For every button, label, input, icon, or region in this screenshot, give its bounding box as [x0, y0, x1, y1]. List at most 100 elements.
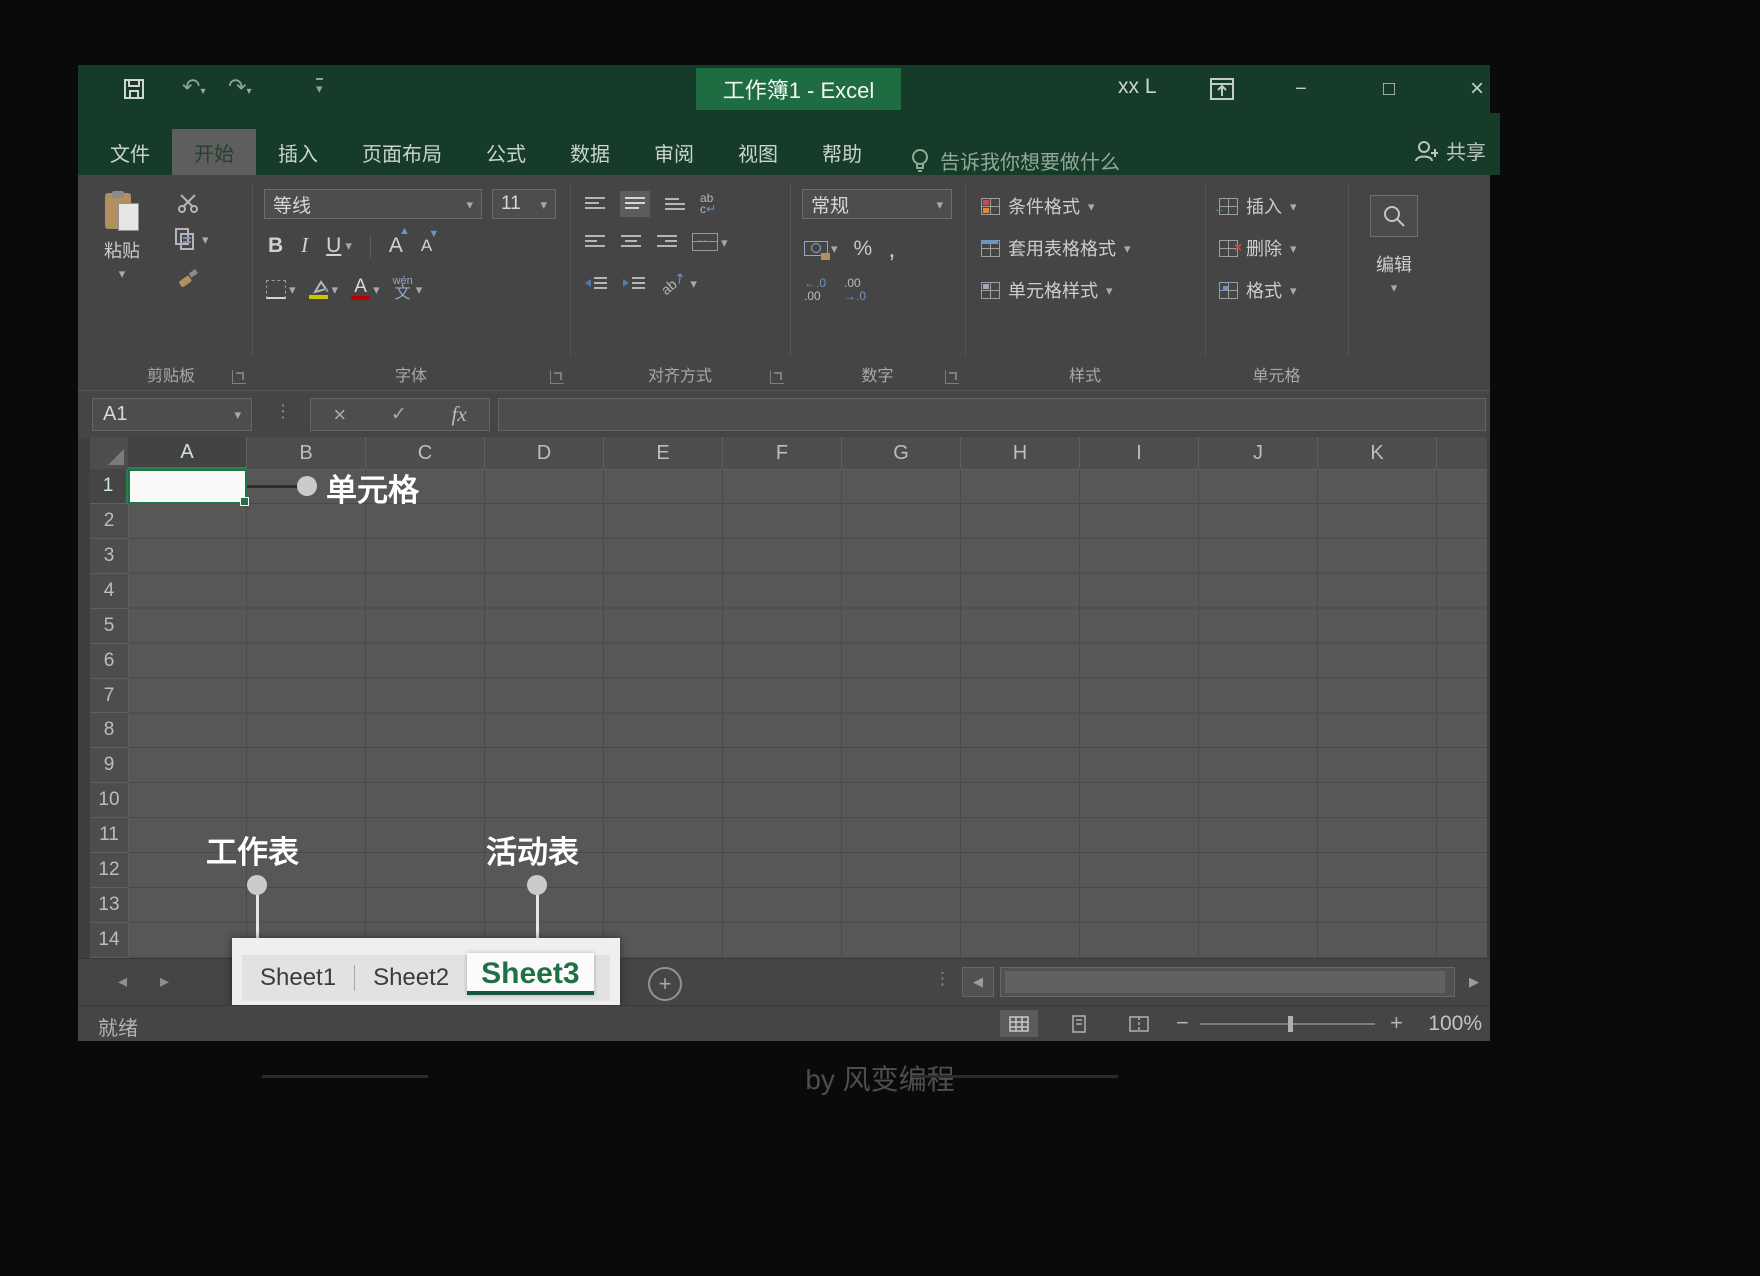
row-header[interactable]: 8	[90, 713, 128, 748]
decrease-decimal-button[interactable]: .00→.0	[844, 277, 866, 303]
bold-button[interactable]: B	[268, 234, 283, 258]
page-break-view-button[interactable]	[1120, 1010, 1158, 1037]
font-name-select[interactable]: 等线▾	[264, 189, 482, 219]
font-size-select[interactable]: 11▾	[492, 189, 556, 219]
row-header[interactable]: 11	[90, 818, 128, 853]
decrease-indent-icon[interactable]	[584, 276, 608, 292]
row-header[interactable]: 13	[90, 888, 128, 923]
row-header[interactable]: 5	[90, 609, 128, 644]
maximize-button[interactable]: □	[1366, 68, 1412, 110]
horizontal-scrollbar[interactable]	[1000, 967, 1455, 997]
column-header[interactable]: H	[961, 437, 1080, 469]
align-center-icon[interactable]	[620, 234, 642, 250]
save-icon[interactable]	[123, 78, 145, 100]
delete-cells-button[interactable]: × 删除▾	[1219, 235, 1297, 261]
row-header[interactable]: 14	[90, 923, 128, 958]
increase-decimal-button[interactable]: ←.0.00	[804, 277, 826, 303]
formula-input[interactable]	[498, 398, 1486, 431]
column-header[interactable]: K	[1318, 437, 1437, 469]
zoom-in-button[interactable]: +	[1390, 1010, 1403, 1036]
column-header[interactable]: A	[128, 437, 247, 469]
insert-cells-button[interactable]: ← 插入▾	[1219, 193, 1297, 219]
column-header[interactable]: E	[604, 437, 723, 469]
row-header[interactable]: 3	[90, 539, 128, 574]
ribbon-tab[interactable]: 视图	[716, 129, 800, 175]
wrap-text-button[interactable]: abc↵	[700, 193, 716, 215]
font-dialog-launcher[interactable]	[550, 370, 564, 384]
align-top-icon[interactable]	[584, 196, 606, 212]
ribbon-display-options-icon[interactable]	[1210, 78, 1234, 100]
strip-resize-handle[interactable]: ⋮	[934, 969, 951, 989]
close-button[interactable]: ×	[1454, 68, 1500, 110]
italic-button[interactable]: I	[301, 233, 308, 258]
column-header[interactable]: J	[1199, 437, 1318, 469]
qat-customize-icon[interactable]: ▾	[316, 78, 323, 98]
zoom-out-button[interactable]: −	[1176, 1010, 1189, 1036]
conditional-formatting-button[interactable]: 条件格式▾	[981, 193, 1095, 219]
row-header[interactable]: 4	[90, 574, 128, 609]
row-header[interactable]: 7	[90, 679, 128, 714]
minimize-button[interactable]: −	[1278, 68, 1324, 110]
percent-style-button[interactable]: %	[854, 237, 873, 261]
sheet-tab[interactable]: Sheet3	[467, 953, 593, 995]
column-header[interactable]: I	[1080, 437, 1199, 469]
underline-button[interactable]: U▾	[326, 234, 352, 258]
grow-font-button[interactable]: A▲	[389, 234, 403, 258]
undo-icon[interactable]: ↶▾	[182, 74, 205, 100]
horizontal-scrollbar-thumb[interactable]	[1005, 971, 1445, 993]
sheet-nav-right-icon[interactable]: ▸	[160, 971, 169, 992]
fill-color-button[interactable]: ▾	[309, 280, 339, 299]
cancel-icon[interactable]: ×	[333, 402, 346, 428]
ribbon-tab[interactable]: 帮助	[800, 129, 884, 175]
page-layout-view-button[interactable]	[1060, 1010, 1098, 1037]
account-name[interactable]: xx L	[1118, 75, 1157, 99]
selected-cell-a1[interactable]	[128, 469, 247, 504]
merge-center-button[interactable]: ↔ ▾	[692, 233, 728, 251]
align-bottom-icon[interactable]	[664, 196, 686, 212]
align-middle-button[interactable]	[620, 191, 650, 217]
borders-button[interactable]: ▾	[266, 280, 296, 299]
new-sheet-button[interactable]: +	[648, 967, 682, 1001]
sheet-tab[interactable]: Sheet1	[242, 955, 354, 1001]
ribbon-tab[interactable]: 页面布局	[340, 129, 464, 175]
zoom-percentage[interactable]: 100%	[1428, 1012, 1482, 1036]
align-right-icon[interactable]	[656, 234, 678, 250]
column-header[interactable]: F	[723, 437, 842, 469]
number-format-select[interactable]: 常规▾	[802, 189, 952, 219]
cells-area[interactable]	[128, 469, 1487, 958]
row-header[interactable]: 1	[90, 469, 128, 504]
ribbon-tab[interactable]: 开始	[172, 129, 256, 175]
tell-me[interactable]: 告诉我你想要做什么	[910, 146, 1120, 175]
sheet-tab[interactable]: Sheet2	[355, 955, 467, 1001]
row-header[interactable]: 9	[90, 748, 128, 783]
paste-button[interactable]: 粘贴 ▾	[104, 191, 140, 280]
cut-button[interactable]	[176, 193, 200, 213]
hscroll-left-button[interactable]: ◀	[962, 967, 994, 997]
ribbon-tab[interactable]: 审阅	[632, 129, 716, 175]
align-left-icon[interactable]	[584, 234, 606, 250]
column-header[interactable]: G	[842, 437, 961, 469]
cell-styles-button[interactable]: 单元格样式▾	[981, 277, 1113, 303]
format-as-table-button[interactable]: 套用表格格式▾	[981, 235, 1131, 261]
font-color-button[interactable]: A ▾	[351, 278, 380, 300]
comma-style-button[interactable]: ,	[888, 233, 895, 264]
sheet-nav-left-icon[interactable]: ◂	[118, 971, 127, 992]
shrink-font-button[interactable]: A▼	[421, 236, 432, 256]
normal-view-button[interactable]	[1000, 1010, 1038, 1037]
ribbon-tab[interactable]: 数据	[548, 129, 632, 175]
ribbon-tab[interactable]: 文件	[88, 129, 172, 175]
copy-button[interactable]: ▾	[174, 227, 209, 251]
zoom-slider-thumb[interactable]	[1288, 1016, 1293, 1032]
editing-button[interactable]: 编辑 ▾	[1370, 195, 1418, 294]
row-header[interactable]: 2	[90, 504, 128, 539]
format-painter-button[interactable]	[176, 265, 200, 289]
insert-function-icon[interactable]: fx	[452, 402, 467, 427]
increase-indent-icon[interactable]	[622, 276, 646, 292]
format-cells-button[interactable]: ↔ 格式▾	[1219, 277, 1297, 303]
share-button[interactable]: 共享	[1414, 136, 1486, 165]
fill-handle[interactable]	[240, 497, 249, 506]
hscroll-right-button[interactable]: ▶	[1461, 967, 1487, 997]
clipboard-dialog-launcher[interactable]	[232, 370, 246, 384]
ribbon-tab[interactable]: 公式	[464, 129, 548, 175]
orientation-button[interactable]: ab↗ ▾	[660, 275, 697, 292]
